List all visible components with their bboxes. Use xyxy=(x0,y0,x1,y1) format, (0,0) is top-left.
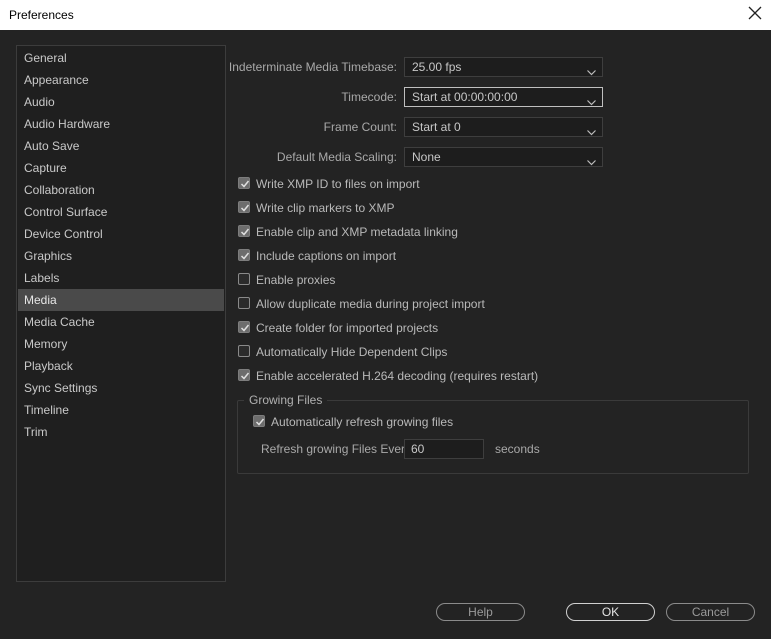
checkbox[interactable] xyxy=(253,415,265,427)
chevron-down-icon xyxy=(587,123,596,136)
sidebar-item-audio[interactable]: Audio xyxy=(18,91,224,113)
help-button[interactable]: Help xyxy=(436,603,525,621)
cancel-button[interactable]: Cancel xyxy=(666,603,755,621)
sidebar-item-labels[interactable]: Labels xyxy=(18,267,224,289)
checkbox[interactable] xyxy=(238,273,250,285)
checkbox-label: Include captions on import xyxy=(256,249,397,263)
sidebar-item-audio-hardware[interactable]: Audio Hardware xyxy=(18,113,224,135)
timecode-value: Start at 00:00:00:00 xyxy=(412,90,518,104)
checkbox-label: Automatically refresh growing files xyxy=(271,415,454,429)
sidebar-item-sync-settings[interactable]: Sync Settings xyxy=(18,377,224,399)
checkbox[interactable] xyxy=(238,369,250,381)
checkbox[interactable] xyxy=(238,201,250,213)
scaling-dropdown[interactable]: None xyxy=(404,147,603,167)
frame-count-dropdown[interactable]: Start at 0 xyxy=(404,117,603,137)
sidebar-item-appearance[interactable]: Appearance xyxy=(18,69,224,91)
chevron-down-icon xyxy=(587,63,596,76)
checkbox-label: Automatically Hide Dependent Clips xyxy=(256,345,448,359)
refresh-interval-label: Refresh growing Files Every xyxy=(261,442,412,456)
timecode-dropdown[interactable]: Start at 00:00:00:00 xyxy=(404,87,603,107)
category-list: General Appearance Audio Audio Hardware … xyxy=(16,45,226,582)
sidebar-item-memory[interactable]: Memory xyxy=(18,333,224,355)
ok-button[interactable]: OK xyxy=(566,603,655,621)
sidebar-item-timeline[interactable]: Timeline xyxy=(18,399,224,421)
checkbox-label: Enable clip and XMP metadata linking xyxy=(256,225,458,239)
sidebar-item-trim[interactable]: Trim xyxy=(18,421,224,443)
checkbox[interactable] xyxy=(238,297,250,309)
timebase-dropdown[interactable]: 25.00 fps xyxy=(404,57,603,77)
checkbox-label: Enable proxies xyxy=(256,273,336,287)
sidebar-item-auto-save[interactable]: Auto Save xyxy=(18,135,224,157)
sidebar-item-device-control[interactable]: Device Control xyxy=(18,223,224,245)
checkbox-label: Write XMP ID to files on import xyxy=(256,177,420,191)
timecode-label: Timecode: xyxy=(341,90,397,104)
sidebar-item-collaboration[interactable]: Collaboration xyxy=(18,179,224,201)
sidebar-item-media[interactable]: Media xyxy=(18,289,224,311)
titlebar: Preferences xyxy=(0,0,771,31)
scaling-value: None xyxy=(412,150,441,164)
growing-files-title: Growing Files xyxy=(244,393,328,407)
sidebar-item-graphics[interactable]: Graphics xyxy=(18,245,224,267)
chevron-down-icon xyxy=(587,93,596,106)
window-title: Preferences xyxy=(9,8,74,22)
close-icon[interactable] xyxy=(747,5,763,21)
checkbox[interactable] xyxy=(238,177,250,189)
refresh-unit-label: seconds xyxy=(495,442,540,456)
timebase-value: 25.00 fps xyxy=(412,60,462,74)
sidebar-item-playback[interactable]: Playback xyxy=(18,355,224,377)
sidebar-item-media-cache[interactable]: Media Cache xyxy=(18,311,224,333)
frame-count-label: Frame Count: xyxy=(323,120,397,134)
sidebar-item-general[interactable]: General xyxy=(18,47,224,69)
checkbox[interactable] xyxy=(238,249,250,261)
chevron-down-icon xyxy=(587,153,596,166)
checkbox[interactable] xyxy=(238,321,250,333)
sidebar-item-capture[interactable]: Capture xyxy=(18,157,224,179)
timebase-label: Indeterminate Media Timebase: xyxy=(228,60,397,74)
checkbox-label: Allow duplicate media during project imp… xyxy=(256,297,485,311)
checkbox[interactable] xyxy=(238,345,250,357)
checkbox-label: Create folder for imported projects xyxy=(256,321,439,335)
growing-files-group xyxy=(237,400,749,474)
checkbox[interactable] xyxy=(238,225,250,237)
frame-count-value: Start at 0 xyxy=(412,120,461,134)
sidebar-item-control-surface[interactable]: Control Surface xyxy=(18,201,224,223)
refresh-interval-input[interactable]: 60 xyxy=(404,439,484,459)
checkbox-label: Write clip markers to XMP xyxy=(256,201,395,215)
scaling-label: Default Media Scaling: xyxy=(276,150,397,164)
checkbox-label: Enable accelerated H.264 decoding (requi… xyxy=(256,369,539,383)
